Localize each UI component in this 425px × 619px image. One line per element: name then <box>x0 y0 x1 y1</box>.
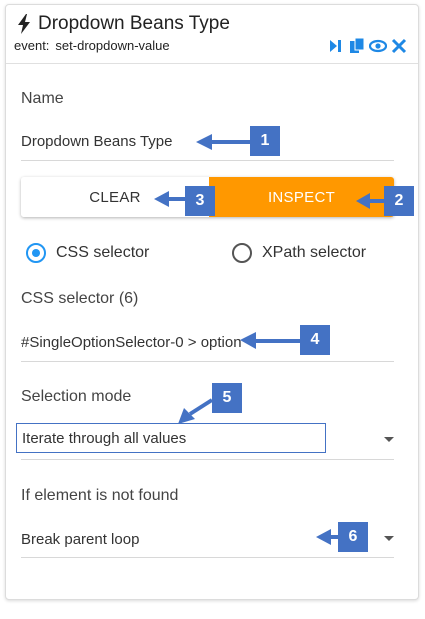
close-icon[interactable] <box>390 37 408 55</box>
inspect-button[interactable]: INSPECT <box>209 177 394 217</box>
radio-css-selector-circle[interactable] <box>26 243 46 263</box>
header-actions <box>327 37 408 55</box>
css-selector-underline <box>21 361 394 362</box>
callout-5: 5 <box>212 383 242 413</box>
not-found-label: If element is not found <box>21 487 179 504</box>
radio-xpath-selector-circle[interactable] <box>232 243 252 263</box>
event-label: event: <box>14 38 50 53</box>
callout-6: 6 <box>338 522 368 552</box>
clear-button[interactable]: CLEAR <box>21 177 209 217</box>
event-value: set-dropdown-value <box>55 38 170 53</box>
eye-icon[interactable] <box>368 37 388 55</box>
name-input[interactable]: Dropdown Beans Type <box>21 133 173 150</box>
callout-4: 4 <box>300 325 330 355</box>
selection-mode-label: Selection mode <box>21 388 132 405</box>
step-into-icon[interactable] <box>327 37 345 55</box>
name-underline <box>21 160 394 161</box>
lightning-icon <box>18 14 30 34</box>
name-label: Name <box>21 90 64 107</box>
panel-title: Dropdown Beans Type <box>16 13 230 35</box>
event-line: event: set-dropdown-value <box>14 38 170 53</box>
not-found-select[interactable]: Break parent loop <box>21 531 139 548</box>
selection-mode-select[interactable]: Iterate through all values <box>16 423 326 453</box>
selection-mode-caret-icon[interactable] <box>384 437 394 442</box>
radio-css-selector-label: CSS selector <box>56 244 150 261</box>
radio-xpath-selector[interactable]: XPath selector <box>232 243 366 263</box>
panel-title-text: Dropdown Beans Type <box>38 13 230 34</box>
not-found-caret-icon[interactable] <box>384 536 394 541</box>
selection-mode-underline <box>21 459 394 460</box>
panel-header: Dropdown Beans Type event: set-dropdown-v… <box>6 5 418 64</box>
css-selector-input[interactable]: #SingleOptionSelector-0 > option <box>21 334 242 351</box>
not-found-underline <box>21 557 394 558</box>
radio-xpath-selector-label: XPath selector <box>262 244 367 261</box>
css-selector-label: CSS selector (6) <box>21 290 139 307</box>
radio-css-selector[interactable]: CSS selector <box>26 243 149 263</box>
callout-3: 3 <box>185 186 215 216</box>
callout-1: 1 <box>250 126 280 156</box>
copy-icon[interactable] <box>348 37 366 55</box>
callout-2: 2 <box>384 186 414 216</box>
